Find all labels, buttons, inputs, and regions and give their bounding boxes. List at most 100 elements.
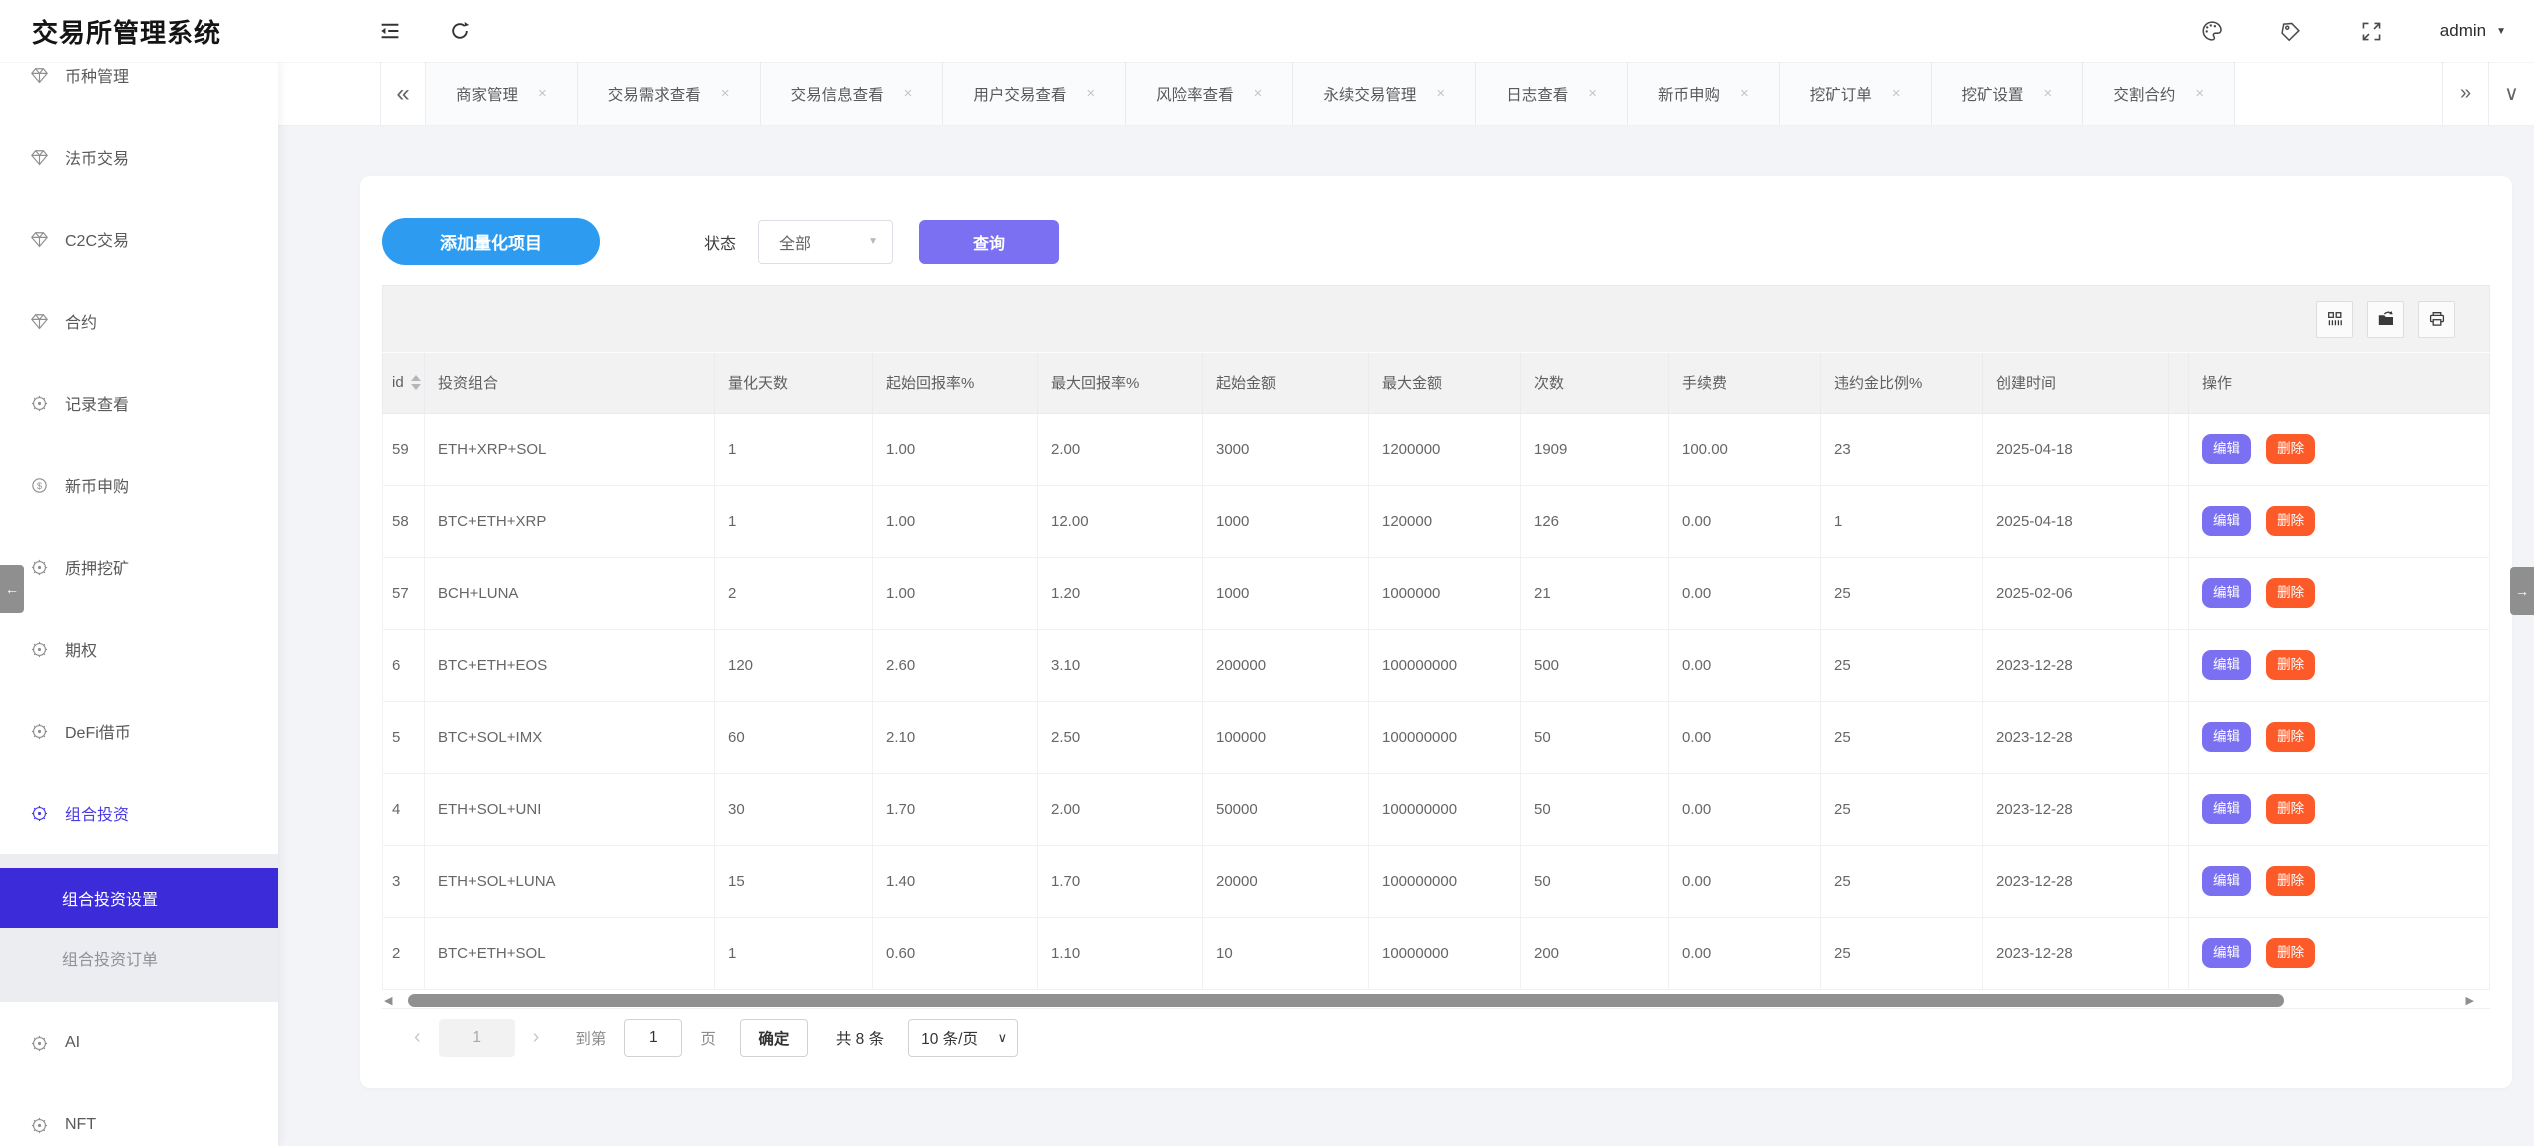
panel-collapse-left-handle[interactable]: ← — [0, 565, 24, 613]
scrollbar-left-arrow[interactable]: ◀ — [384, 994, 392, 1008]
table-cell: 1909 — [1521, 413, 1669, 485]
sidebar-item-11[interactable]: NFT — [0, 1084, 278, 1146]
tab-close-icon[interactable]: × — [538, 85, 547, 102]
spacer-column-header — [2169, 353, 2189, 413]
horizontal-scrollbar: ◀ ▶ — [382, 993, 2490, 1009]
sidebar-item-10[interactable]: AI — [0, 1002, 278, 1084]
status-select[interactable]: 全部 ▼ — [758, 220, 893, 264]
sidebar-item-8[interactable]: DeFi借币 — [0, 690, 278, 772]
edit-button[interactable]: 编辑 — [2202, 578, 2251, 608]
edit-button[interactable]: 编辑 — [2202, 650, 2251, 680]
collapse-menu-icon[interactable] — [378, 19, 402, 43]
edit-button[interactable]: 编辑 — [2202, 866, 2251, 896]
sidebar-subitem[interactable]: 组合投资订单 — [0, 928, 278, 988]
tab-item[interactable]: 用户交易查看 × — [943, 62, 1126, 125]
tab-close-icon[interactable]: × — [2044, 85, 2053, 102]
app-header: 交易所管理系统 admin ▼ — [0, 0, 2534, 62]
sidebar-item-0[interactable]: 币种管理 — [0, 62, 278, 116]
tab-close-icon[interactable]: × — [721, 85, 730, 102]
delete-button[interactable]: 删除 — [2266, 578, 2315, 608]
sidebar-item-6[interactable]: 质押挖矿 — [0, 526, 278, 608]
tab-item[interactable]: 交易需求查看 × — [578, 62, 761, 125]
table-cell: 100000000 — [1369, 701, 1521, 773]
tab-close-icon[interactable]: × — [904, 85, 913, 102]
edit-button[interactable]: 编辑 — [2202, 794, 2251, 824]
edit-button[interactable]: 编辑 — [2202, 938, 2251, 968]
table-row: 2BTC+ETH+SOL10.601.1010100000002000.0025… — [383, 917, 2490, 989]
tabs-scroll-left-button[interactable]: « — [380, 62, 426, 125]
table-cell: 15 — [715, 845, 873, 917]
column-header-id[interactable]: id — [383, 353, 425, 413]
tab-item[interactable]: 交易信息查看 × — [761, 62, 944, 125]
table-toolbar — [382, 285, 2490, 353]
tab-item[interactable]: 日志查看 × — [1476, 62, 1628, 125]
tag-icon[interactable] — [2280, 19, 2304, 43]
query-button[interactable]: 查询 — [919, 220, 1059, 264]
tab-close-icon[interactable]: × — [1436, 85, 1445, 102]
tabs-more-button[interactable]: ∨ — [2488, 62, 2534, 125]
header-left-actions — [378, 19, 472, 43]
delete-button[interactable]: 删除 — [2266, 866, 2315, 896]
export-toolbar-button[interactable] — [2367, 301, 2404, 338]
tabs-scroll-right-button[interactable]: » — [2442, 62, 2488, 125]
spacer-cell — [2169, 773, 2189, 845]
page-size-select[interactable]: 10 条/页 ∨ — [908, 1019, 1018, 1057]
delete-button[interactable]: 删除 — [2266, 506, 2315, 536]
tab-item[interactable]: 交割合约 × — [2083, 62, 2235, 125]
delete-button[interactable]: 删除 — [2266, 794, 2315, 824]
tab-item[interactable]: 挖矿订单 × — [1780, 62, 1932, 125]
scope-icon — [30, 1116, 49, 1135]
panel-collapse-right-handle[interactable]: → — [2510, 567, 2534, 615]
tab-item[interactable]: 风险率查看 × — [1126, 62, 1293, 125]
delete-button[interactable]: 删除 — [2266, 650, 2315, 680]
scrollbar-right-arrow[interactable]: ▶ — [2466, 994, 2474, 1008]
tab-close-icon[interactable]: × — [1254, 85, 1263, 102]
tab-close-icon[interactable]: × — [1740, 85, 1749, 102]
sidebar-item-label: DeFi借币 — [65, 719, 131, 743]
sort-icon[interactable] — [411, 375, 421, 390]
next-page-button[interactable]: › — [533, 1026, 540, 1049]
sidebar-subitem[interactable]: 组合投资设置 — [0, 868, 278, 928]
portfolio-table: id 投资组合量化天数起始回报率%最大回报率%起始金额最大金额次数手续费违约金比… — [382, 353, 2490, 990]
table-cell: 100000000 — [1369, 773, 1521, 845]
sidebar-item-2[interactable]: C2C交易 — [0, 198, 278, 280]
sidebar-item-3[interactable]: 合约 — [0, 280, 278, 362]
palette-icon[interactable] — [2200, 19, 2224, 43]
delete-button[interactable]: 删除 — [2266, 722, 2315, 752]
goto-confirm-button[interactable]: 确定 — [740, 1019, 808, 1057]
tab-close-icon[interactable]: × — [1086, 85, 1095, 102]
tab-item[interactable]: 新币申购 × — [1628, 62, 1780, 125]
tab-close-icon[interactable]: × — [1892, 85, 1901, 102]
table-cell: 1 — [715, 485, 873, 557]
sidebar-item-7[interactable]: 期权 — [0, 608, 278, 690]
user-menu[interactable]: admin ▼ — [2440, 21, 2506, 41]
columns-toolbar-button[interactable] — [2316, 301, 2353, 338]
scrollbar-thumb[interactable] — [408, 994, 2284, 1007]
spacer-cell — [2169, 917, 2189, 989]
edit-button[interactable]: 编辑 — [2202, 434, 2251, 464]
tab-close-icon[interactable]: × — [1588, 85, 1597, 102]
sidebar-item-9[interactable]: 组合投资 — [0, 772, 278, 854]
fullscreen-icon[interactable] — [2360, 19, 2384, 43]
sidebar-item-4[interactable]: 记录查看 — [0, 362, 278, 444]
tab-item[interactable]: 挖矿设置 × — [1932, 62, 2084, 125]
table-cell: 25 — [1821, 773, 1983, 845]
sidebar-item-5[interactable]: $新币申购 — [0, 444, 278, 526]
table-cell: BTC+ETH+SOL — [425, 917, 715, 989]
print-toolbar-button[interactable] — [2418, 301, 2455, 338]
tab-item[interactable]: 商家管理 × — [426, 62, 578, 125]
current-page-button[interactable]: 1 — [439, 1019, 515, 1057]
delete-button[interactable]: 删除 — [2266, 434, 2315, 464]
prev-page-button[interactable]: ‹ — [414, 1026, 421, 1049]
tab-close-icon[interactable]: × — [2195, 85, 2204, 102]
tab-item[interactable]: 永续交易管理 × — [1293, 62, 1476, 125]
goto-page-input[interactable] — [624, 1019, 682, 1057]
sidebar-item-1[interactable]: 法币交易 — [0, 116, 278, 198]
edit-button[interactable]: 编辑 — [2202, 506, 2251, 536]
edit-button[interactable]: 编辑 — [2202, 722, 2251, 752]
add-quant-project-button[interactable]: 添加量化项目 — [382, 218, 600, 265]
delete-button[interactable]: 删除 — [2266, 938, 2315, 968]
table-cell: 2.60 — [873, 629, 1038, 701]
svg-text:$: $ — [37, 480, 42, 490]
refresh-icon[interactable] — [448, 19, 472, 43]
